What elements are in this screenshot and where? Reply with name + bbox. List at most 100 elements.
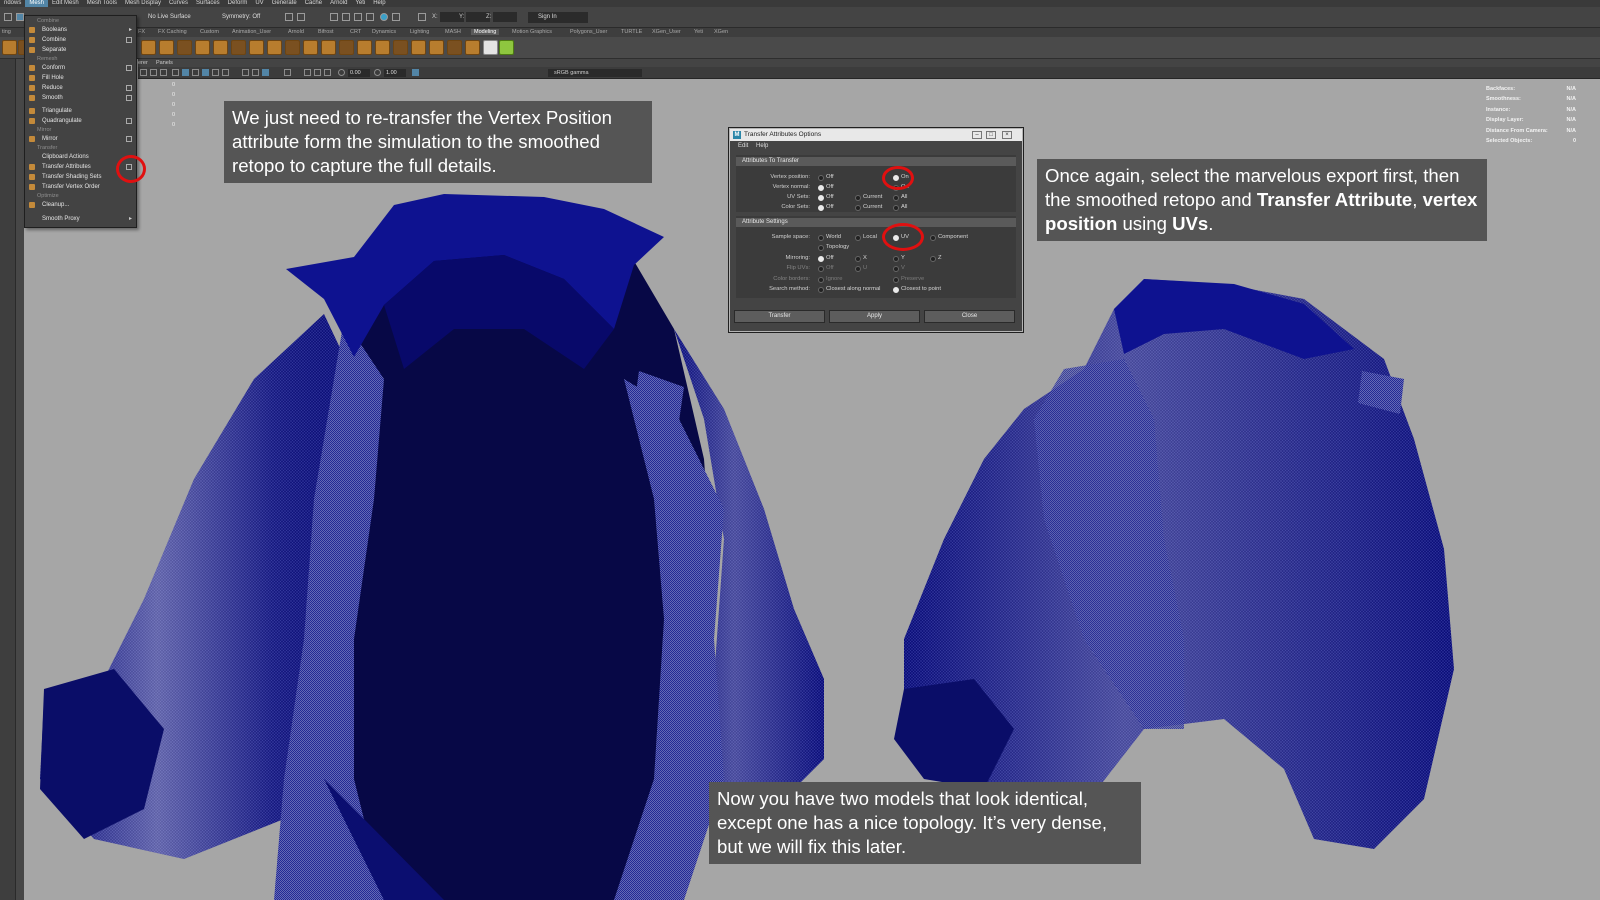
menu-item-smooth-proxy[interactable]: Smooth Proxy ▸ — [25, 214, 136, 224]
color-sets-current-radio[interactable]: Current — [855, 204, 882, 211]
sample-space-component-radio[interactable]: Component — [930, 234, 968, 241]
mirroring-x-radio[interactable]: X — [855, 255, 867, 262]
menu-item-combine[interactable]: Combine — [25, 35, 136, 45]
shelf-tab[interactable]: XGen — [714, 29, 728, 35]
shelf-tab[interactable]: TURTLE — [621, 29, 642, 35]
menu-item-reduce[interactable]: Reduce — [25, 83, 136, 93]
shelf-tool-icon[interactable] — [267, 40, 282, 55]
wireframe-on-shaded-icon[interactable] — [202, 69, 209, 76]
shelf-tool-icon[interactable] — [2, 40, 17, 55]
menu-item-triangulate[interactable]: Triangulate — [25, 106, 136, 116]
menu-item-separate[interactable]: Separate — [25, 45, 136, 55]
render-settings-icon[interactable] — [354, 13, 362, 21]
wireframe-icon[interactable] — [182, 69, 189, 76]
gamma-field[interactable]: 1.00 — [384, 69, 406, 77]
menu-renderer[interactable]: erer — [138, 60, 148, 66]
transform-icon[interactable] — [418, 13, 426, 21]
shelf-tool-icon[interactable] — [213, 40, 228, 55]
shelf-tab[interactable]: Animation_User — [232, 29, 271, 35]
dialog-titlebar[interactable]: M Transfer Attributes Options – □ × — [730, 129, 1022, 141]
menu-item-smooth[interactable]: Smooth — [25, 93, 136, 103]
mirroring-z-radio[interactable]: Z — [930, 255, 942, 262]
vertex-position-off-radio[interactable]: Off — [818, 174, 834, 181]
isolate-icon[interactable] — [284, 69, 291, 76]
camera-icon[interactable] — [140, 69, 147, 76]
shelf-tab[interactable]: FX — [138, 29, 145, 35]
smooth-shade-icon[interactable] — [192, 69, 199, 76]
shelf-tab[interactable]: CRT — [350, 29, 361, 35]
mirroring-y-radio[interactable]: Y — [893, 255, 905, 262]
mirroring-off-radio[interactable]: Off — [818, 255, 834, 262]
menu-item-quadrangulate[interactable]: Quadrangulate — [25, 116, 136, 126]
shelf-tab[interactable]: ting — [2, 29, 11, 35]
shelf-tab[interactable]: Lighting — [410, 29, 429, 35]
shelf-tool-icon[interactable] — [411, 40, 426, 55]
sample-space-local-radio[interactable]: Local — [855, 234, 877, 241]
menu-uv[interactable]: UV — [251, 0, 267, 7]
menu-surfaces[interactable]: Surfaces — [192, 0, 224, 7]
menu-item-fill-hole[interactable]: Fill Hole — [25, 73, 136, 83]
menu-item-cleanup[interactable]: Cleanup... — [25, 200, 136, 210]
shelf-tab[interactable]: Motion Graphics — [512, 29, 552, 35]
uv-sets-all-radio[interactable]: All — [893, 194, 907, 201]
shelf-tool-icon[interactable] — [447, 40, 462, 55]
shelf-tool-icon[interactable] — [357, 40, 372, 55]
search-method-closest-point-radio[interactable]: Closest to point — [893, 286, 941, 293]
option-box-icon[interactable] — [126, 95, 132, 101]
shadows-icon[interactable] — [242, 69, 249, 76]
menu-item-transfer-vertex-order[interactable]: Transfer Vertex Order — [25, 182, 136, 192]
menu-cache[interactable]: Cache — [301, 0, 326, 7]
shelf-tool-icon[interactable] — [465, 40, 480, 55]
color-sets-off-radio[interactable]: Off — [818, 204, 834, 211]
shelf-tab[interactable]: Bifrost — [318, 29, 334, 35]
minimize-icon[interactable]: – — [972, 131, 982, 139]
shelf-tool-icon[interactable] — [483, 40, 498, 55]
shelf-tab[interactable]: FX Caching — [158, 29, 187, 35]
exposure-icon[interactable] — [338, 69, 345, 76]
color-management-icon[interactable] — [412, 69, 419, 76]
shelf-tool-icon[interactable] — [195, 40, 210, 55]
image-plane-icon[interactable] — [160, 69, 167, 76]
xray-icon[interactable] — [262, 69, 269, 76]
vertex-normal-off-radio[interactable]: Off — [818, 184, 834, 191]
shelf-tool-icon[interactable] — [177, 40, 192, 55]
shelf-tool-icon[interactable] — [375, 40, 390, 55]
option-box-icon[interactable] — [126, 37, 132, 43]
snap-grid-icon[interactable] — [285, 13, 293, 21]
grid-icon[interactable] — [172, 69, 179, 76]
lights-icon[interactable] — [222, 69, 229, 76]
shelf-tool-icon[interactable] — [141, 40, 156, 55]
menu-arnold[interactable]: Arnold — [326, 0, 351, 7]
ao-icon[interactable] — [252, 69, 259, 76]
shelf-tab[interactable]: Custom — [200, 29, 219, 35]
menu-help[interactable]: Help — [369, 0, 389, 7]
shelf-tool-icon[interactable] — [159, 40, 174, 55]
exposure-field[interactable]: 0.00 — [348, 69, 370, 77]
menu-item-mirror[interactable]: Mirror — [25, 134, 136, 144]
symmetry-dropdown[interactable]: Symmetry: Off — [222, 14, 260, 20]
shelf-tab[interactable]: Polygons_User — [570, 29, 607, 35]
menu-curves[interactable]: Curves — [165, 0, 192, 7]
maximize-icon[interactable]: □ — [986, 131, 996, 139]
shelf-tab-modeling[interactable]: Modeling — [471, 29, 500, 35]
apply-button[interactable]: Apply — [829, 310, 920, 323]
shelf-tool-icon[interactable] — [429, 40, 444, 55]
close-icon[interactable]: × — [1002, 131, 1012, 139]
menu-mesh-display[interactable]: Mesh Display — [121, 0, 165, 7]
uv-sets-current-radio[interactable]: Current — [855, 194, 882, 201]
safe-action-icon[interactable] — [324, 69, 331, 76]
option-box-icon[interactable] — [126, 65, 132, 71]
z-field[interactable] — [493, 12, 517, 22]
search-method-closest-normal-radio[interactable]: Closest along normal — [818, 286, 880, 293]
menu-mesh-tools[interactable]: Mesh Tools — [83, 0, 121, 7]
menu-windows[interactable]: ndows — [0, 0, 25, 7]
textured-icon[interactable] — [212, 69, 219, 76]
move-tool-icon[interactable] — [16, 13, 24, 21]
close-button[interactable]: Close — [924, 310, 1015, 323]
shelf-tab[interactable]: Dynamics — [372, 29, 396, 35]
snap-curve-icon[interactable] — [297, 13, 305, 21]
shelf-tab[interactable]: MASH — [445, 29, 461, 35]
shelf-tab[interactable]: Arnold — [288, 29, 304, 35]
section-attribute-settings[interactable]: Attribute Settings — [736, 218, 1016, 227]
shelf-tab[interactable]: Yeti — [694, 29, 703, 35]
